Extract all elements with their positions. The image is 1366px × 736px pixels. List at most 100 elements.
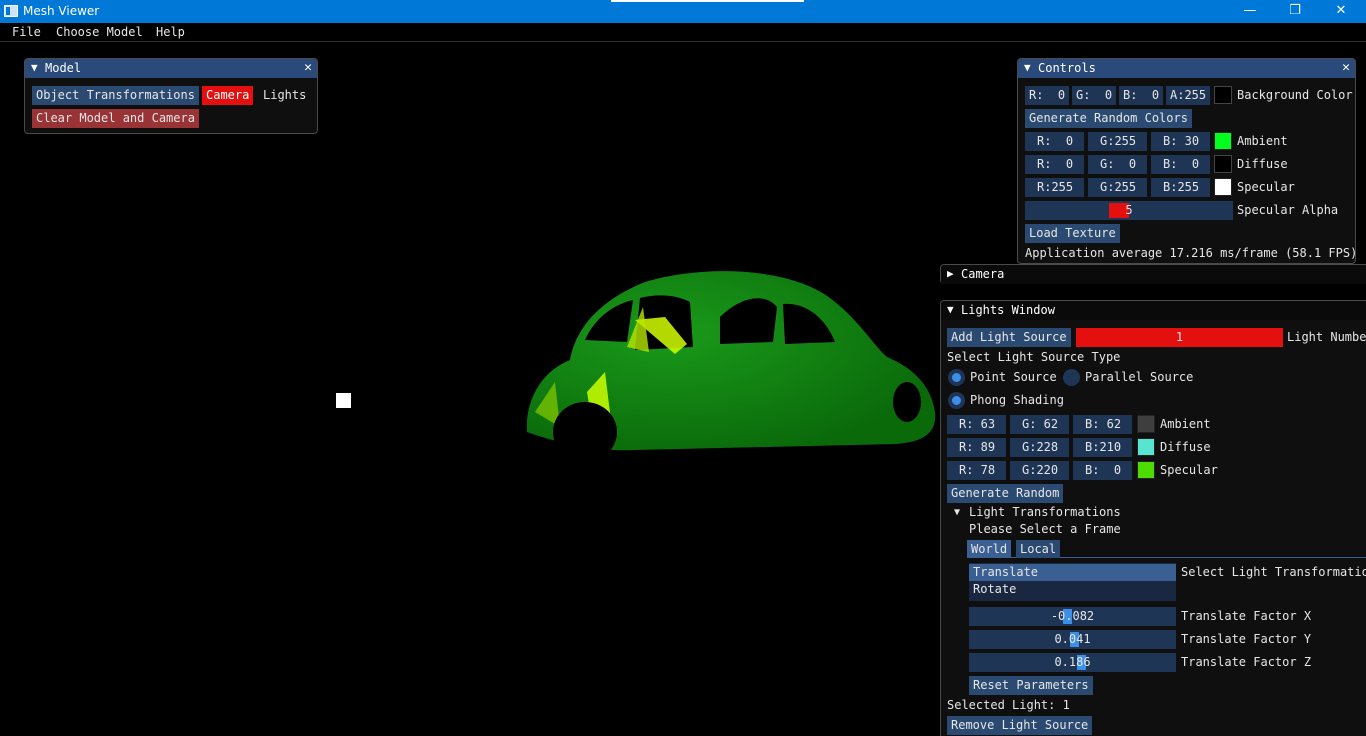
add-light-source-button[interactable]: Add Light Source (947, 328, 1071, 347)
light-diffuse-r-field[interactable]: R: 89 (947, 438, 1006, 457)
minimize-button[interactable]: — (1227, 0, 1273, 23)
tree-arrow-icon[interactable]: ▼ (954, 505, 960, 520)
maximize-button[interactable]: ❐ (1272, 0, 1318, 23)
window-title: Mesh Viewer (23, 4, 100, 18)
generate-random-button[interactable]: Generate Random (947, 484, 1064, 503)
object-transformations-button[interactable]: Object Transformations (32, 86, 199, 105)
list-item-translate[interactable]: Translate (969, 564, 1176, 581)
diffuse-label: Diffuse (1237, 157, 1288, 171)
load-texture-button[interactable]: Load Texture (1025, 224, 1120, 243)
light-diffuse-swatch[interactable] (1137, 438, 1155, 456)
specular-b-field[interactable]: B:255 (1151, 178, 1210, 197)
tab-local[interactable]: Local (1016, 540, 1061, 558)
specular-g-field[interactable]: G:255 (1088, 178, 1147, 197)
translate-y-slider[interactable]: 0.041 (969, 630, 1176, 649)
light-number-slider[interactable]: 1 (1076, 328, 1283, 347)
select-type-label: Select Light Source Type (947, 350, 1121, 364)
close-button[interactable]: ✕ (1318, 0, 1364, 23)
light-diffuse-b-field[interactable]: B:210 (1073, 438, 1132, 457)
translate-z-slider[interactable]: 0.186 (969, 653, 1176, 672)
collapse-arrow-icon[interactable]: ▼ (31, 61, 38, 74)
light-ambient-b-field[interactable]: B: 62 (1073, 415, 1132, 434)
close-icon[interactable]: ✕ (304, 60, 312, 75)
translate-z-label: Translate Factor Z (1181, 655, 1312, 669)
menu-choose-model[interactable]: Choose Model (56, 25, 143, 39)
bg-r-field[interactable]: R: 0 (1025, 86, 1069, 105)
camera-button[interactable]: Camera (202, 86, 254, 105)
light-specular-label: Specular (1160, 463, 1218, 477)
specular-alpha-label: Specular Alpha (1237, 203, 1339, 217)
light-diffuse-g-field[interactable]: G:228 (1010, 438, 1069, 457)
diffuse-b-field[interactable]: B: 0 (1151, 155, 1210, 174)
menu-help[interactable]: Help (156, 25, 185, 39)
light-transformations-header[interactable]: Light Transformations (969, 505, 1121, 520)
point-source-label[interactable]: Point Source (970, 370, 1057, 385)
ambient-color-swatch[interactable] (1214, 132, 1232, 150)
camera-window-header[interactable]: ▶ Camera (941, 265, 1366, 284)
phong-shading-radio[interactable] (948, 392, 965, 409)
diffuse-g-field[interactable]: G: 0 (1088, 155, 1147, 174)
app-icon (4, 5, 18, 17)
bg-a-field[interactable]: A:255 (1166, 86, 1210, 105)
camera-window: ▶ Camera (940, 264, 1366, 284)
car-mesh (526, 271, 936, 462)
phong-shading-label[interactable]: Phong Shading (970, 393, 1064, 408)
select-frame-label: Please Select a Frame (969, 522, 1121, 536)
collapse-arrow-icon[interactable]: ▼ (947, 303, 954, 316)
parallel-source-radio[interactable] (1063, 369, 1080, 386)
controls-window-header[interactable]: ▼ Controls ✕ (1018, 59, 1355, 78)
bg-g-field[interactable]: G: 0 (1072, 86, 1116, 105)
specular-alpha-value: 5 (1125, 203, 1133, 217)
light-number-label: Light Number (1287, 330, 1366, 344)
reset-parameters-button[interactable]: Reset Parameters (969, 676, 1093, 695)
specular-label: Specular (1237, 180, 1295, 194)
translate-x-label: Translate Factor X (1181, 609, 1312, 623)
translate-x-slider[interactable]: -0.082 (969, 607, 1176, 626)
ambient-b-field[interactable]: B: 30 (1151, 132, 1210, 151)
close-icon[interactable]: ✕ (1342, 60, 1350, 75)
tab-world[interactable]: World (967, 540, 1012, 558)
transform-listbox[interactable]: Translate Rotate (969, 563, 1176, 601)
light-number-value: 1 (1175, 330, 1184, 344)
collapse-arrow-icon[interactable]: ▼ (1024, 61, 1031, 74)
menu-file[interactable]: File (12, 25, 41, 39)
remove-light-source-button[interactable]: Remove Light Source (947, 716, 1093, 735)
light-specular-g-field[interactable]: G:220 (1010, 461, 1069, 480)
light-diffuse-label: Diffuse (1160, 440, 1211, 454)
lights-window-header[interactable]: ▼ Lights Window (941, 301, 1366, 320)
specular-color-swatch[interactable] (1214, 178, 1232, 196)
title-accent (611, 0, 804, 2)
specular-r-field[interactable]: R:255 (1025, 178, 1084, 197)
point-source-radio[interactable] (948, 369, 965, 386)
expand-arrow-icon[interactable]: ▶ (947, 267, 954, 280)
parallel-source-label[interactable]: Parallel Source (1085, 370, 1193, 385)
bg-b-field[interactable]: B: 0 (1119, 86, 1163, 105)
controls-window: ▼ Controls ✕ R: 0 G: 0 B: 0 A:255 Backgr… (1017, 58, 1357, 264)
title-bar: Mesh Viewer — ❐ ✕ (0, 0, 1366, 23)
light-ambient-swatch[interactable] (1137, 415, 1155, 433)
light-ambient-r-field[interactable]: R: 63 (947, 415, 1006, 434)
light-source-marker (336, 393, 351, 408)
camera-window-title: Camera (961, 267, 1005, 281)
bg-color-swatch[interactable] (1214, 86, 1232, 104)
light-ambient-g-field[interactable]: G: 62 (1010, 415, 1069, 434)
ambient-r-field[interactable]: R: 0 (1025, 132, 1084, 151)
diffuse-r-field[interactable]: R: 0 (1025, 155, 1084, 174)
bg-color-label: Background Color (1237, 88, 1353, 102)
diffuse-color-swatch[interactable] (1214, 155, 1232, 173)
specular-alpha-slider[interactable]: 5 (1025, 201, 1233, 220)
ambient-label: Ambient (1237, 134, 1288, 148)
lights-window: ▼ Lights Window Add Light Source 1 Light… (940, 300, 1366, 736)
lights-window-title: Lights Window (961, 303, 1055, 317)
select-transformation-label: Select Light Transformation (1181, 565, 1366, 579)
light-specular-swatch[interactable] (1137, 461, 1155, 479)
ambient-g-field[interactable]: G:255 (1088, 132, 1147, 151)
clear-model-button[interactable]: Clear Model and Camera (32, 109, 199, 128)
light-specular-b-field[interactable]: B: 0 (1073, 461, 1132, 480)
lights-button[interactable]: Lights (259, 86, 311, 105)
model-window-header[interactable]: ▼ Model ✕ (25, 59, 317, 78)
generate-random-colors-button[interactable]: Generate Random Colors (1025, 109, 1192, 128)
model-window: ▼ Model ✕ Object Transformations Camera … (24, 58, 318, 134)
list-item-rotate[interactable]: Rotate (969, 581, 1176, 598)
light-specular-r-field[interactable]: R: 78 (947, 461, 1006, 480)
